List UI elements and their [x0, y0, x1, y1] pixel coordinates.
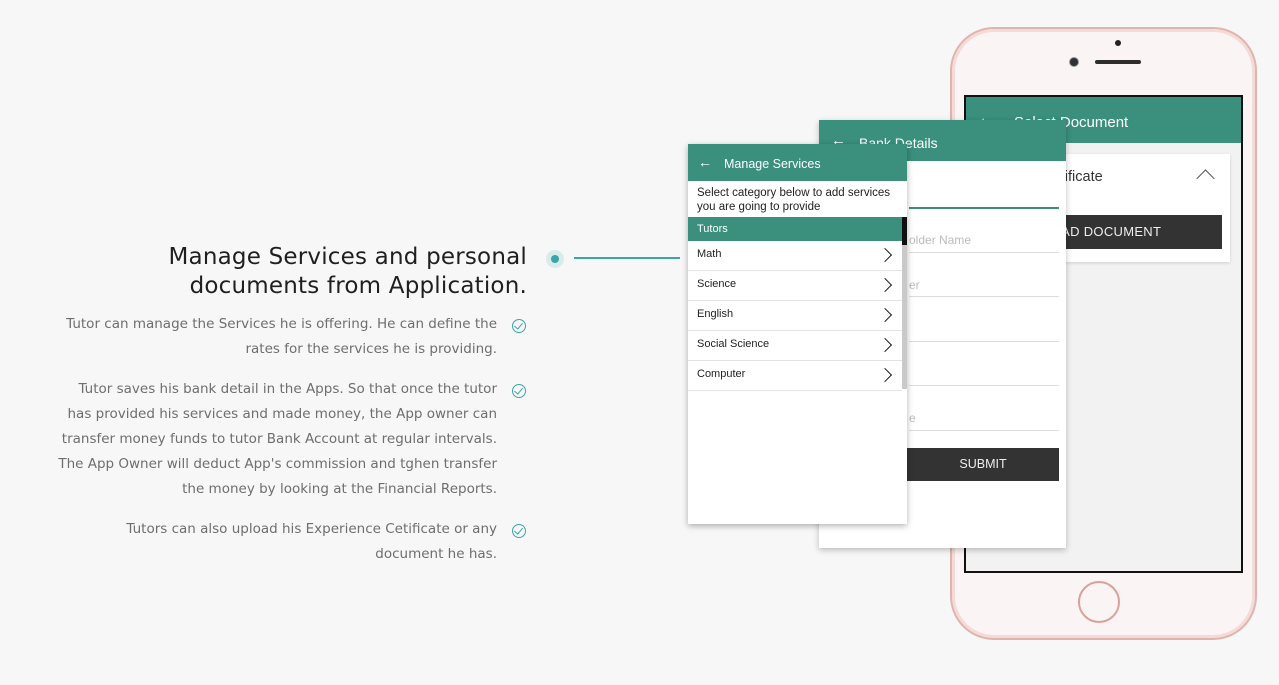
input-underline [909, 430, 1059, 431]
connector-line [574, 257, 680, 259]
list-item-computer[interactable]: Computer [688, 361, 902, 391]
account-number-field[interactable]: er [909, 278, 920, 292]
list-item-english[interactable]: English [688, 301, 902, 331]
bank-code-field[interactable]: e [909, 411, 916, 425]
chevron-right-icon [877, 247, 893, 263]
chevron-right-icon [877, 337, 893, 353]
home-button[interactable] [1078, 581, 1120, 623]
chevron-right-icon [877, 307, 893, 323]
category-label: Tutors [697, 223, 728, 235]
chevron-up-icon[interactable] [1196, 169, 1215, 188]
list-item-label: Science [697, 278, 737, 290]
submit-button[interactable]: SUBMIT [907, 448, 1059, 481]
input-underline [909, 385, 1059, 386]
list-item-label: Math [697, 248, 722, 260]
chevron-right-icon [877, 277, 893, 293]
list-item-science[interactable]: Science [688, 271, 902, 301]
sensor-dot [1115, 40, 1121, 46]
arrow-left-icon[interactable]: ← [698, 154, 712, 170]
check-circle-icon [512, 384, 526, 398]
feature-point-services: Tutor can manage the Services he is offe… [66, 316, 497, 357]
app-bar: ← Manage Services [688, 144, 907, 181]
list-item-label: Social Science [697, 338, 770, 350]
phone-speaker [1095, 60, 1141, 64]
instruction-text: Select category below to add services yo… [697, 187, 891, 213]
feature-point-documents: Tutors can also upload his Experience Ce… [126, 521, 497, 562]
check-circle-icon [512, 524, 526, 538]
input-underline [909, 252, 1059, 253]
account-holder-name-field[interactable]: older Name [909, 233, 971, 247]
front-camera-icon [1069, 57, 1079, 67]
input-underline [909, 341, 1059, 342]
scrollbar-thumb[interactable] [902, 217, 907, 245]
list-item-social-science[interactable]: Social Science [688, 331, 902, 361]
section-heading: Manage Services and personal documents f… [168, 244, 527, 299]
list-item-label: English [697, 308, 734, 320]
input-underline-active [909, 207, 1059, 209]
feature-point-bank: Tutor saves his bank detail in the Apps.… [58, 381, 497, 497]
category-header: Tutors [688, 217, 902, 241]
list-item-label: Computer [697, 368, 746, 380]
check-circle-icon [512, 319, 526, 333]
list-item-math[interactable]: Math [688, 241, 902, 271]
manage-services-screen: ← Manage Services Select category below … [688, 144, 907, 524]
chevron-right-icon [877, 367, 893, 383]
timeline-dot-icon [546, 250, 564, 268]
input-underline [909, 296, 1059, 297]
screen-title: Manage Services [724, 157, 821, 171]
